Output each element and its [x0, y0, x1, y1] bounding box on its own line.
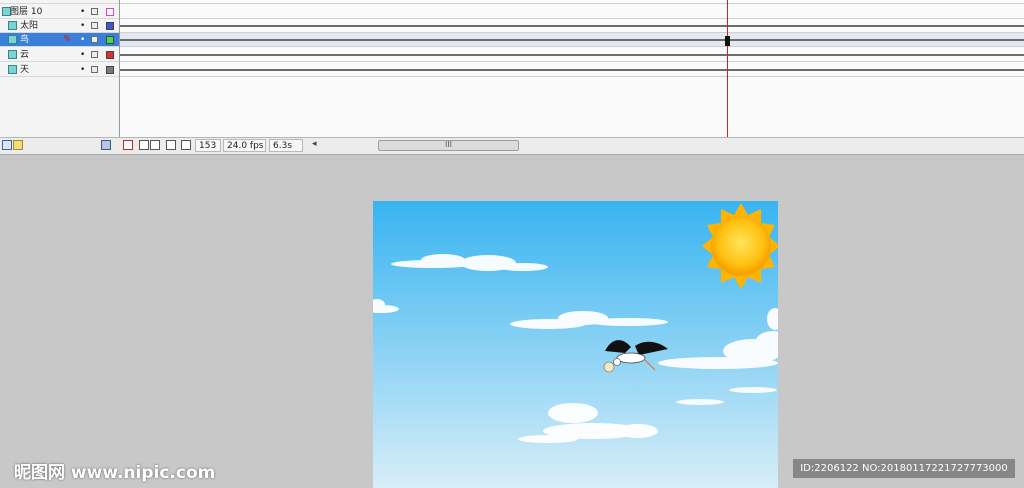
layer-row-cloud[interactable]: 云 •	[0, 48, 119, 62]
timeline-panel: 图层 10 • 太阳 • 鸟 ✎ • 云 • 天 • 153 24.0 fps …	[0, 0, 1024, 155]
layer-icon	[8, 21, 17, 30]
outline-color-icon[interactable]	[106, 51, 114, 59]
onion-markers-icon[interactable]	[181, 140, 191, 150]
keyframe-marker[interactable]	[725, 36, 730, 46]
fps-field[interactable]: 24.0 fps	[223, 139, 266, 152]
stage-canvas	[373, 201, 778, 488]
layer-row-folder[interactable]: 图层 10 •	[0, 5, 119, 19]
frame-row[interactable]	[120, 63, 1024, 77]
layer-row-sun[interactable]: 太阳 •	[0, 19, 119, 33]
watermark-id: ID:2206122 NO:20180117221727773000	[793, 459, 1015, 478]
frame-row-selected[interactable]	[120, 33, 1024, 47]
outline-color-icon[interactable]	[106, 66, 114, 74]
frame-row[interactable]	[120, 19, 1024, 33]
frame-grid[interactable]	[120, 0, 1024, 137]
center-frame-icon[interactable]	[123, 140, 133, 150]
layer-icon	[8, 35, 17, 44]
pencil-icon: ✎	[63, 34, 72, 45]
layer-name: 太阳	[20, 21, 39, 31]
frame-span-line	[120, 25, 1024, 27]
layer-row-bird[interactable]: 鸟 ✎ •	[0, 33, 119, 47]
frame-span-line	[120, 69, 1024, 71]
outline-color-icon[interactable]	[106, 36, 114, 44]
timeline-toolbar: 153 24.0 fps 6.3s ◂ III	[0, 137, 1024, 154]
add-folder-icon[interactable]	[13, 140, 23, 150]
visibility-dot-icon[interactable]: •	[80, 64, 85, 76]
stage-scene	[373, 201, 778, 488]
layer-icon	[8, 65, 17, 74]
frame-row[interactable]	[120, 0, 1024, 4]
frame-row[interactable]	[120, 5, 1024, 19]
layer-name: 云	[20, 50, 30, 60]
scroll-left-icon[interactable]: ◂	[312, 139, 317, 149]
layer-row-top-partial[interactable]	[0, 0, 119, 4]
onion-skin-icon[interactable]	[139, 140, 149, 150]
watermark-logo: 昵图网 www.nipic.com	[14, 463, 216, 483]
outline-color-icon[interactable]	[106, 22, 114, 30]
layer-icon	[8, 50, 17, 59]
visibility-dot-icon[interactable]: •	[80, 6, 85, 18]
frame-span-line	[120, 54, 1024, 56]
visibility-dot-icon[interactable]: •	[80, 20, 85, 32]
lock-icon[interactable]	[91, 8, 98, 15]
lock-icon[interactable]	[91, 51, 98, 58]
edit-multiple-frames-icon[interactable]	[166, 140, 176, 150]
current-frame-field[interactable]: 153	[195, 139, 221, 152]
layer-name: 天	[20, 65, 30, 75]
playhead[interactable]	[727, 0, 728, 137]
layer-name: 鸟	[20, 35, 30, 45]
onion-outline-icon[interactable]	[150, 140, 160, 150]
layer-list: 图层 10 • 太阳 • 鸟 ✎ • 云 • 天 •	[0, 0, 120, 137]
lock-icon[interactable]	[91, 66, 98, 73]
lock-icon[interactable]	[91, 36, 98, 43]
frame-span-line	[120, 39, 1024, 41]
layer-row-sky[interactable]: 天 •	[0, 63, 119, 77]
frame-row[interactable]	[120, 48, 1024, 62]
add-layer-icon[interactable]	[2, 140, 12, 150]
lock-icon[interactable]	[91, 22, 98, 29]
layer-name: 图层 10	[10, 7, 43, 17]
outline-color-icon[interactable]	[106, 8, 114, 16]
elapsed-time-field[interactable]: 6.3s	[269, 139, 303, 152]
horizontal-scrollbar[interactable]: III	[378, 140, 519, 151]
visibility-dot-icon[interactable]: •	[80, 34, 85, 46]
visibility-dot-icon[interactable]: •	[80, 49, 85, 61]
trash-icon[interactable]	[101, 140, 111, 150]
